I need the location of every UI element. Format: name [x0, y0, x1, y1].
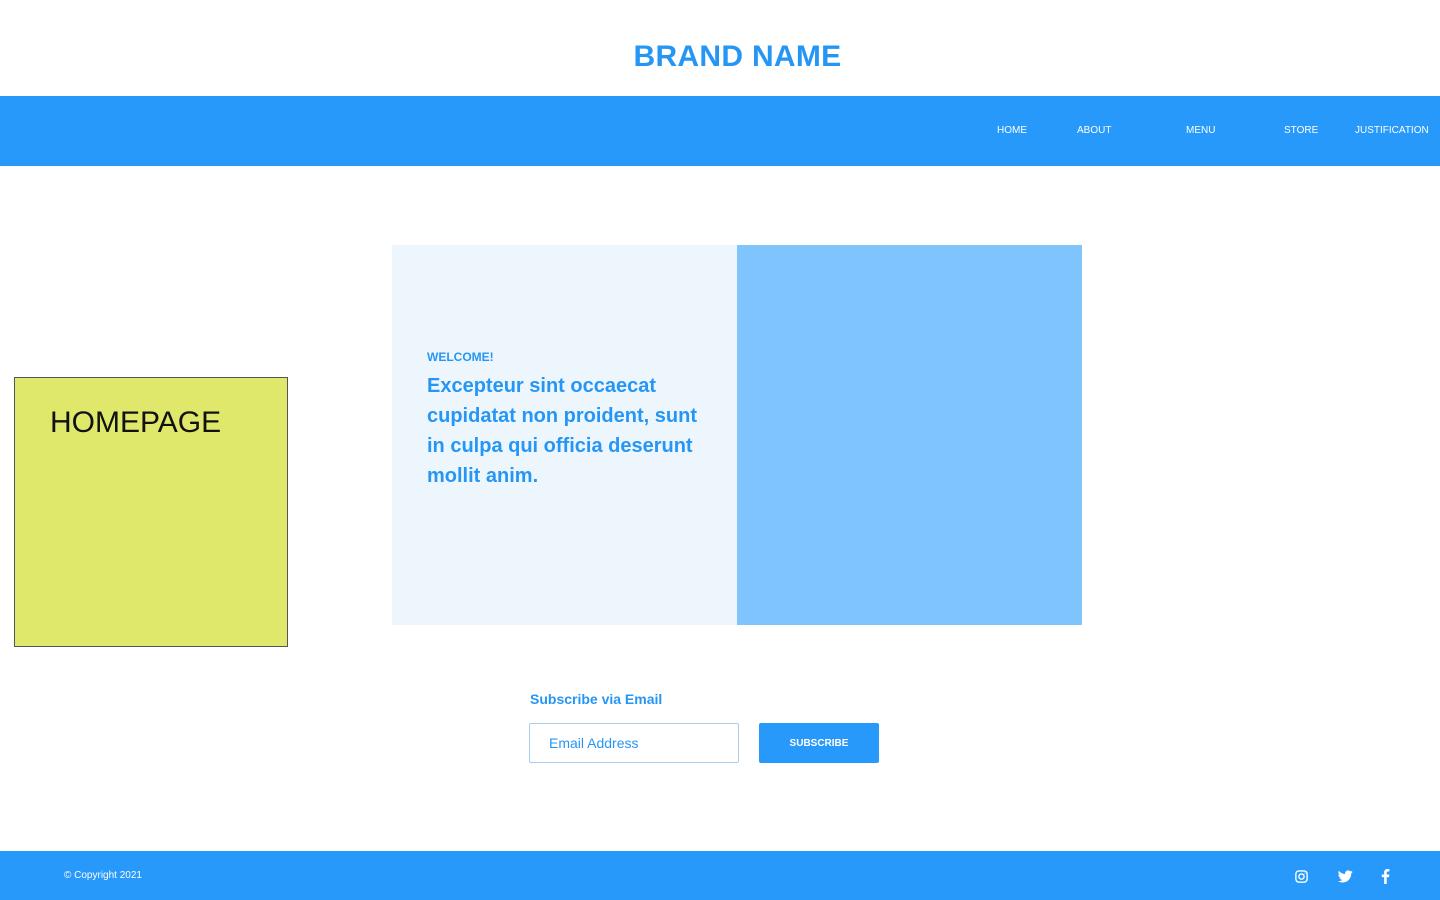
homepage-sticky-note: HOMEPAGE: [14, 377, 288, 647]
footer: © Copyright 2021: [0, 851, 1440, 900]
email-input[interactable]: [529, 723, 739, 763]
nav-item-justification[interactable]: JUSTIFICATION: [1355, 96, 1429, 166]
nav-item-menu[interactable]: MENU: [1186, 96, 1215, 166]
twitter-icon[interactable]: [1336, 867, 1354, 885]
facebook-icon[interactable]: [1376, 867, 1394, 885]
hero-headline: Excepteur sint occaecat cupidatat non pr…: [427, 375, 697, 487]
nav-item-home[interactable]: HOME: [997, 96, 1027, 166]
sticky-note-label: HOMEPAGE: [50, 406, 222, 439]
nav-item-store[interactable]: STORE: [1284, 96, 1318, 166]
hero-image-placeholder: [737, 245, 1082, 625]
brand-title: BRAND NAME: [633, 40, 842, 73]
nav-item-about[interactable]: ABOUT: [1077, 96, 1111, 166]
main-navbar: HOME ABOUT MENU STORE JUSTIFICATION: [0, 96, 1440, 166]
hero-text-panel: WELCOME! Excepteur sint occaecat cupidat…: [392, 245, 737, 625]
instagram-icon[interactable]: [1292, 867, 1310, 885]
copyright-text: © Copyright 2021: [64, 870, 142, 881]
hero-eyebrow: WELCOME!: [427, 350, 494, 364]
subscribe-button[interactable]: SUBSCRIBE: [759, 723, 879, 763]
subscribe-title: Subscribe via Email: [530, 691, 663, 707]
